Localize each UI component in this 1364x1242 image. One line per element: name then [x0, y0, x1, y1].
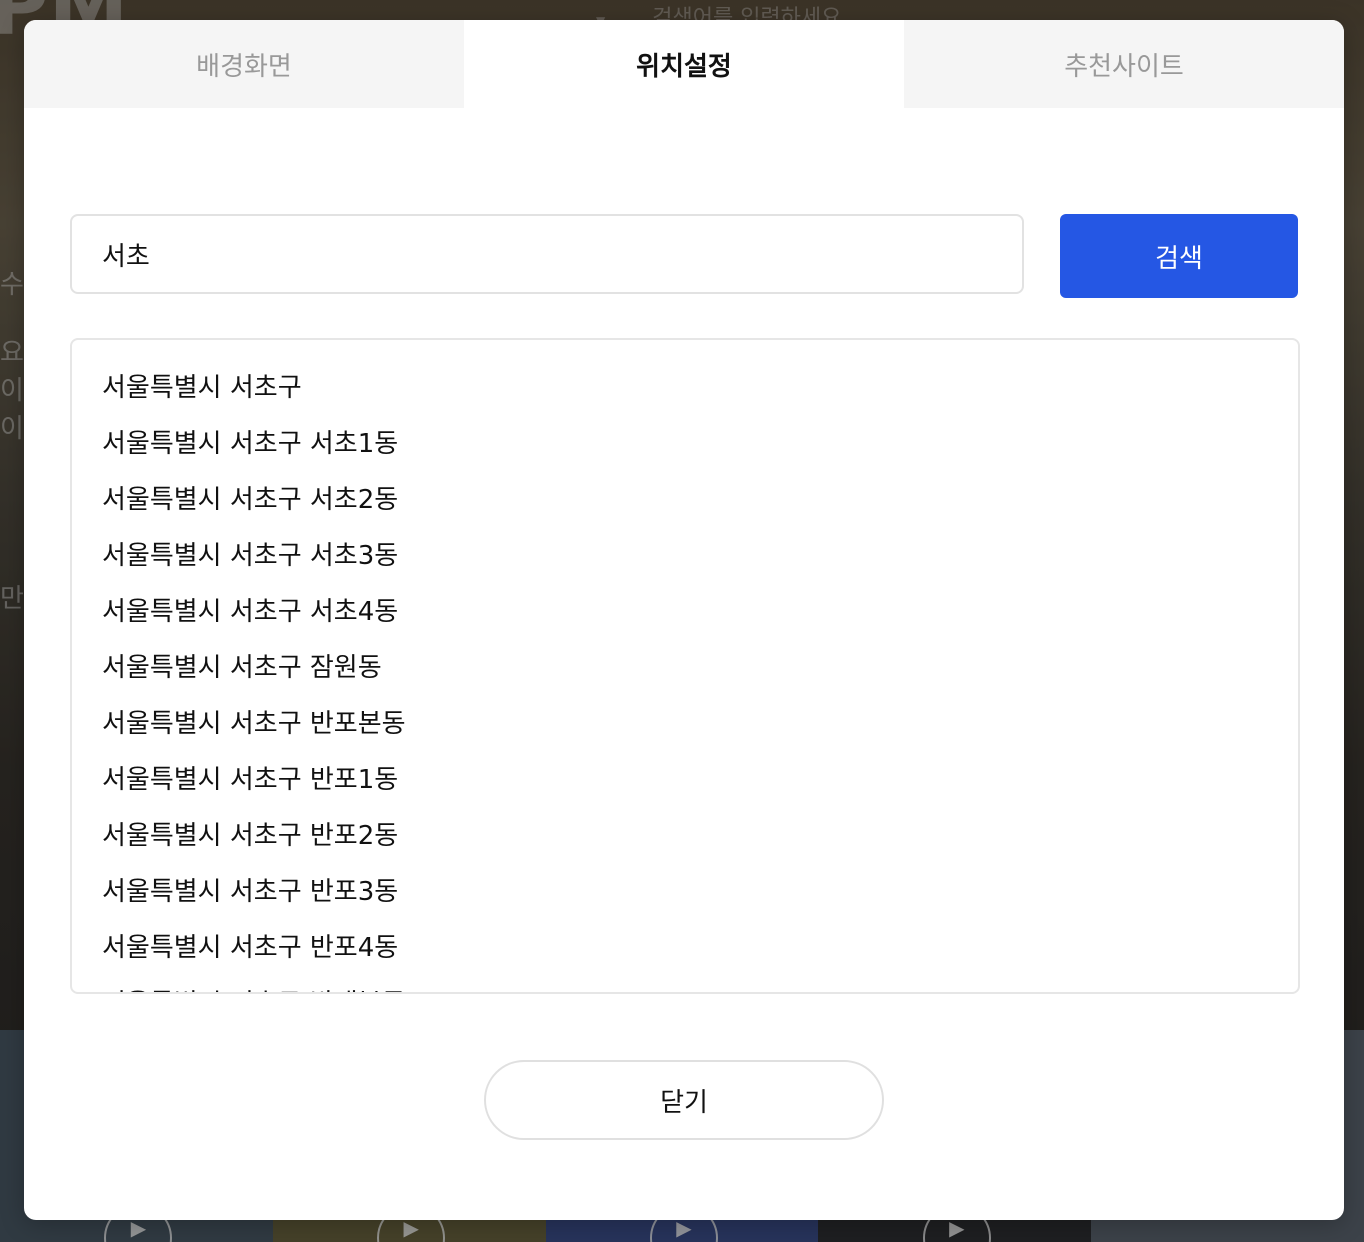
location-results-list[interactable]: 서울특별시 서초구 서울특별시 서초구 서초1동 서울특별시 서초구 서초2동 …	[70, 338, 1300, 994]
list-item[interactable]: 서울특별시 서초구 방배본동	[102, 982, 1268, 992]
list-item[interactable]: 서울특별시 서초구 반포2동	[102, 814, 1268, 870]
list-item[interactable]: 서울특별시 서초구 서초4동	[102, 590, 1268, 646]
list-item[interactable]: 서울특별시 서초구 반포4동	[102, 926, 1268, 982]
settings-modal: 배경화면 위치설정 추천사이트 검색 서울특별시 서초구 서울특별시 서초구 서…	[24, 20, 1344, 1220]
list-item[interactable]: 서울특별시 서초구 서초3동	[102, 534, 1268, 590]
list-item[interactable]: 서울특별시 서초구 반포3동	[102, 870, 1268, 926]
close-button[interactable]: 닫기	[484, 1060, 884, 1140]
list-item[interactable]: 서울특별시 서초구	[102, 366, 1268, 422]
list-item[interactable]: 서울특별시 서초구 반포본동	[102, 702, 1268, 758]
tab-background[interactable]: 배경화면	[24, 20, 464, 108]
location-search-input[interactable]	[70, 214, 1024, 294]
tab-bar: 배경화면 위치설정 추천사이트	[24, 20, 1344, 108]
location-search-row: 검색	[70, 214, 1298, 298]
tab-recommended-sites[interactable]: 추천사이트	[904, 20, 1344, 108]
list-item[interactable]: 서울특별시 서초구 서초2동	[102, 478, 1268, 534]
list-item[interactable]: 서울특별시 서초구 서초1동	[102, 422, 1268, 478]
list-item[interactable]: 서울특별시 서초구 반포1동	[102, 758, 1268, 814]
search-button[interactable]: 검색	[1060, 214, 1298, 298]
tab-location[interactable]: 위치설정	[464, 20, 904, 108]
list-item[interactable]: 서울특별시 서초구 잠원동	[102, 646, 1268, 702]
